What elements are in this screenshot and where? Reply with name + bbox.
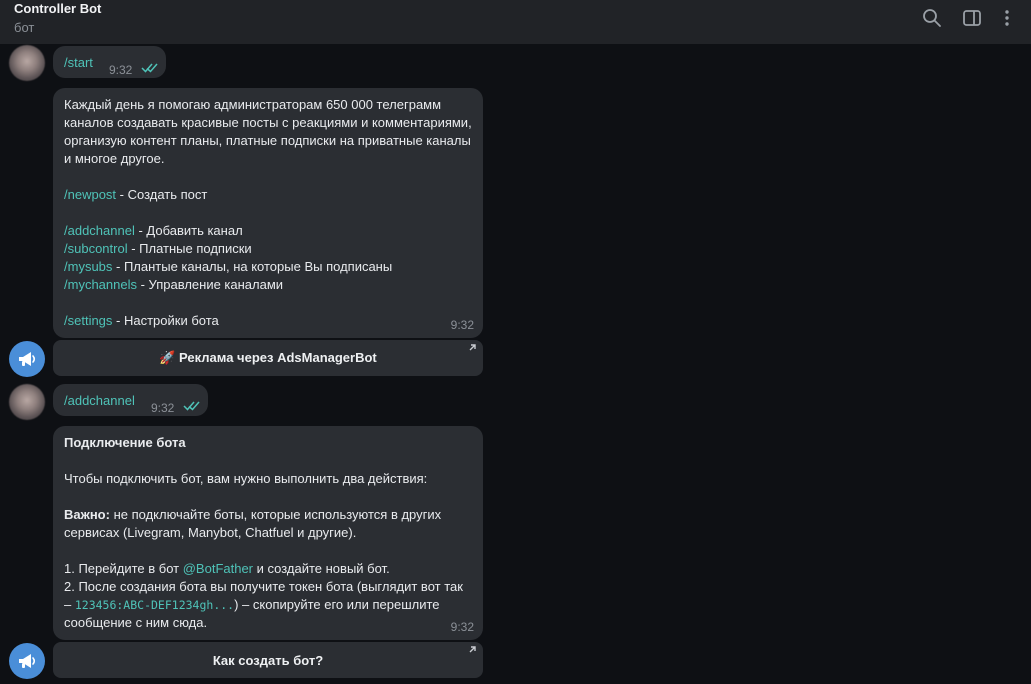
token-example-code[interactable]: 123456:ABC-DEF1234gh... [75, 598, 234, 612]
command-line: /settings - Настройки бота [64, 313, 219, 328]
message-time: 9:32 [151, 401, 175, 415]
command-line: /addchannel - Добавить канал [64, 223, 243, 238]
user-avatar[interactable] [9, 384, 45, 420]
search-icon[interactable] [922, 8, 942, 28]
message-text[interactable]: /start [64, 54, 93, 72]
botfather-link[interactable]: @BotFather [183, 561, 253, 576]
sidebar-toggle-icon[interactable] [962, 8, 982, 28]
message-time: 9:32 [450, 620, 474, 634]
button-label: Как создать бот? [212, 652, 324, 668]
command-addchannel[interactable]: /addchannel [64, 223, 135, 238]
more-vertical-icon[interactable] [997, 8, 1017, 28]
outgoing-message: /start 9:32 [53, 46, 166, 78]
megaphone-icon [19, 352, 36, 366]
command-line: /mysubs - Плантые каналы, на которые Вы … [64, 259, 393, 274]
message-time: 9:32 [450, 318, 474, 332]
command-line: /newpost - Создать пост [64, 187, 208, 202]
command-mychannels[interactable]: /mychannels [64, 277, 137, 292]
message-time: 9:32 [109, 63, 133, 77]
chat-subtitle: бот [14, 20, 35, 35]
important-note: Важно: не подключайте боты, которые испо… [64, 507, 445, 540]
command-mysubs[interactable]: /mysubs [64, 259, 112, 274]
bot-avatar[interactable] [9, 341, 45, 377]
outgoing-message: /addchannel 9:32 [53, 384, 208, 416]
command-line: /mychannels - Управление каналами [64, 277, 284, 292]
bot-instructions-message: Подключение бота Чтобы подключить бот, в… [53, 426, 483, 640]
bot-avatar[interactable] [9, 643, 45, 679]
welcome-intro: Каждый день я помогаю администраторам 65… [64, 97, 476, 166]
instructions-title: Подключение бота [64, 435, 186, 450]
chat-header: Controller Bot бот [0, 0, 1031, 44]
button-label: 🚀 Реклама через AdsManagerBot [159, 350, 377, 365]
message-text[interactable]: /addchannel [64, 392, 135, 410]
external-link-arrow-icon [469, 646, 476, 653]
how-to-create-bot-button[interactable]: Как создать бот? [53, 642, 483, 678]
bot-welcome-message: Каждый день я помогаю администраторам 65… [53, 88, 483, 338]
command-subcontrol[interactable]: /subcontrol [64, 241, 128, 256]
command-newpost[interactable]: /newpost [64, 187, 116, 202]
user-avatar[interactable] [9, 45, 45, 81]
chat-title[interactable]: Controller Bot [14, 1, 101, 16]
instructions-line: Чтобы подключить бот, вам нужно выполнит… [64, 471, 428, 486]
step-2: 2. После создания бота вы получите токен… [64, 579, 467, 630]
ads-manager-button[interactable]: 🚀 Реклама через AdsManagerBot [53, 340, 483, 376]
command-settings[interactable]: /settings [64, 313, 112, 328]
read-checkmarks-icon [183, 401, 200, 411]
external-link-arrow-icon [469, 344, 476, 351]
step-1: 1. Перейдите в бот @BotFather и создайте… [64, 561, 390, 576]
megaphone-icon [19, 654, 36, 668]
command-line: /subcontrol - Платные подписки [64, 241, 252, 256]
read-checkmarks-icon [141, 63, 158, 73]
